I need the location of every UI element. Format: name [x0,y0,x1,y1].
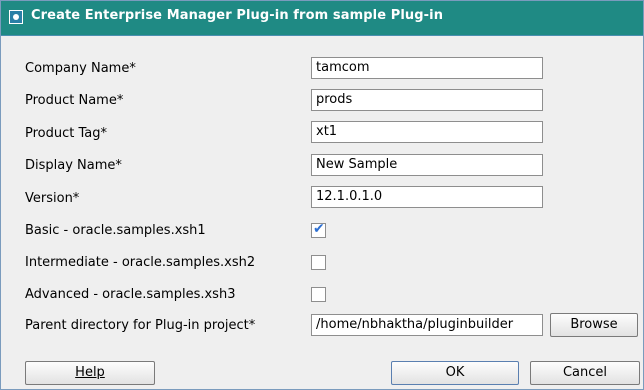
parent-directory-input[interactable]: /home/nbhaktha/pluginbuilder [311,314,543,336]
help-button-label: Help [75,365,105,380]
checkmark-icon: ✔ [313,221,325,237]
intermediate-sample-checkbox[interactable] [311,255,326,270]
version-label: Version* [25,191,80,206]
company-name-label: Company Name* [25,61,136,76]
basic-sample-label: Basic - oracle.samples.xsh1 [25,223,206,238]
title-bar[interactable]: Create Enterprise Manager Plug-in from s… [1,1,643,36]
product-tag-label: Product Tag* [25,126,107,141]
cancel-button[interactable]: Cancel [530,361,640,385]
product-tag-input[interactable]: xt1 [311,121,543,143]
parent-directory-label: Parent directory for Plug-in project* [25,318,256,333]
window-title: Create Enterprise Manager Plug-in from s… [31,8,444,23]
display-name-label: Display Name* [25,158,122,173]
ok-button[interactable]: OK [391,361,519,385]
create-plugin-dialog: Create Enterprise Manager Plug-in from s… [0,0,644,390]
advanced-sample-label: Advanced - oracle.samples.xsh3 [25,287,236,302]
product-name-input[interactable]: prods [311,89,543,111]
company-name-input[interactable]: tamcom [311,57,543,79]
intermediate-sample-label: Intermediate - oracle.samples.xsh2 [25,255,256,270]
help-button[interactable]: Help [25,361,155,385]
product-name-label: Product Name* [25,93,124,108]
display-name-input[interactable]: New Sample [311,154,543,176]
browse-button[interactable]: Browse [550,313,638,337]
version-input[interactable]: 12.1.0.1.0 [311,186,543,208]
advanced-sample-checkbox[interactable] [311,287,326,302]
window-menu-icon[interactable] [9,10,23,24]
basic-sample-checkbox[interactable]: ✔ [311,221,326,238]
